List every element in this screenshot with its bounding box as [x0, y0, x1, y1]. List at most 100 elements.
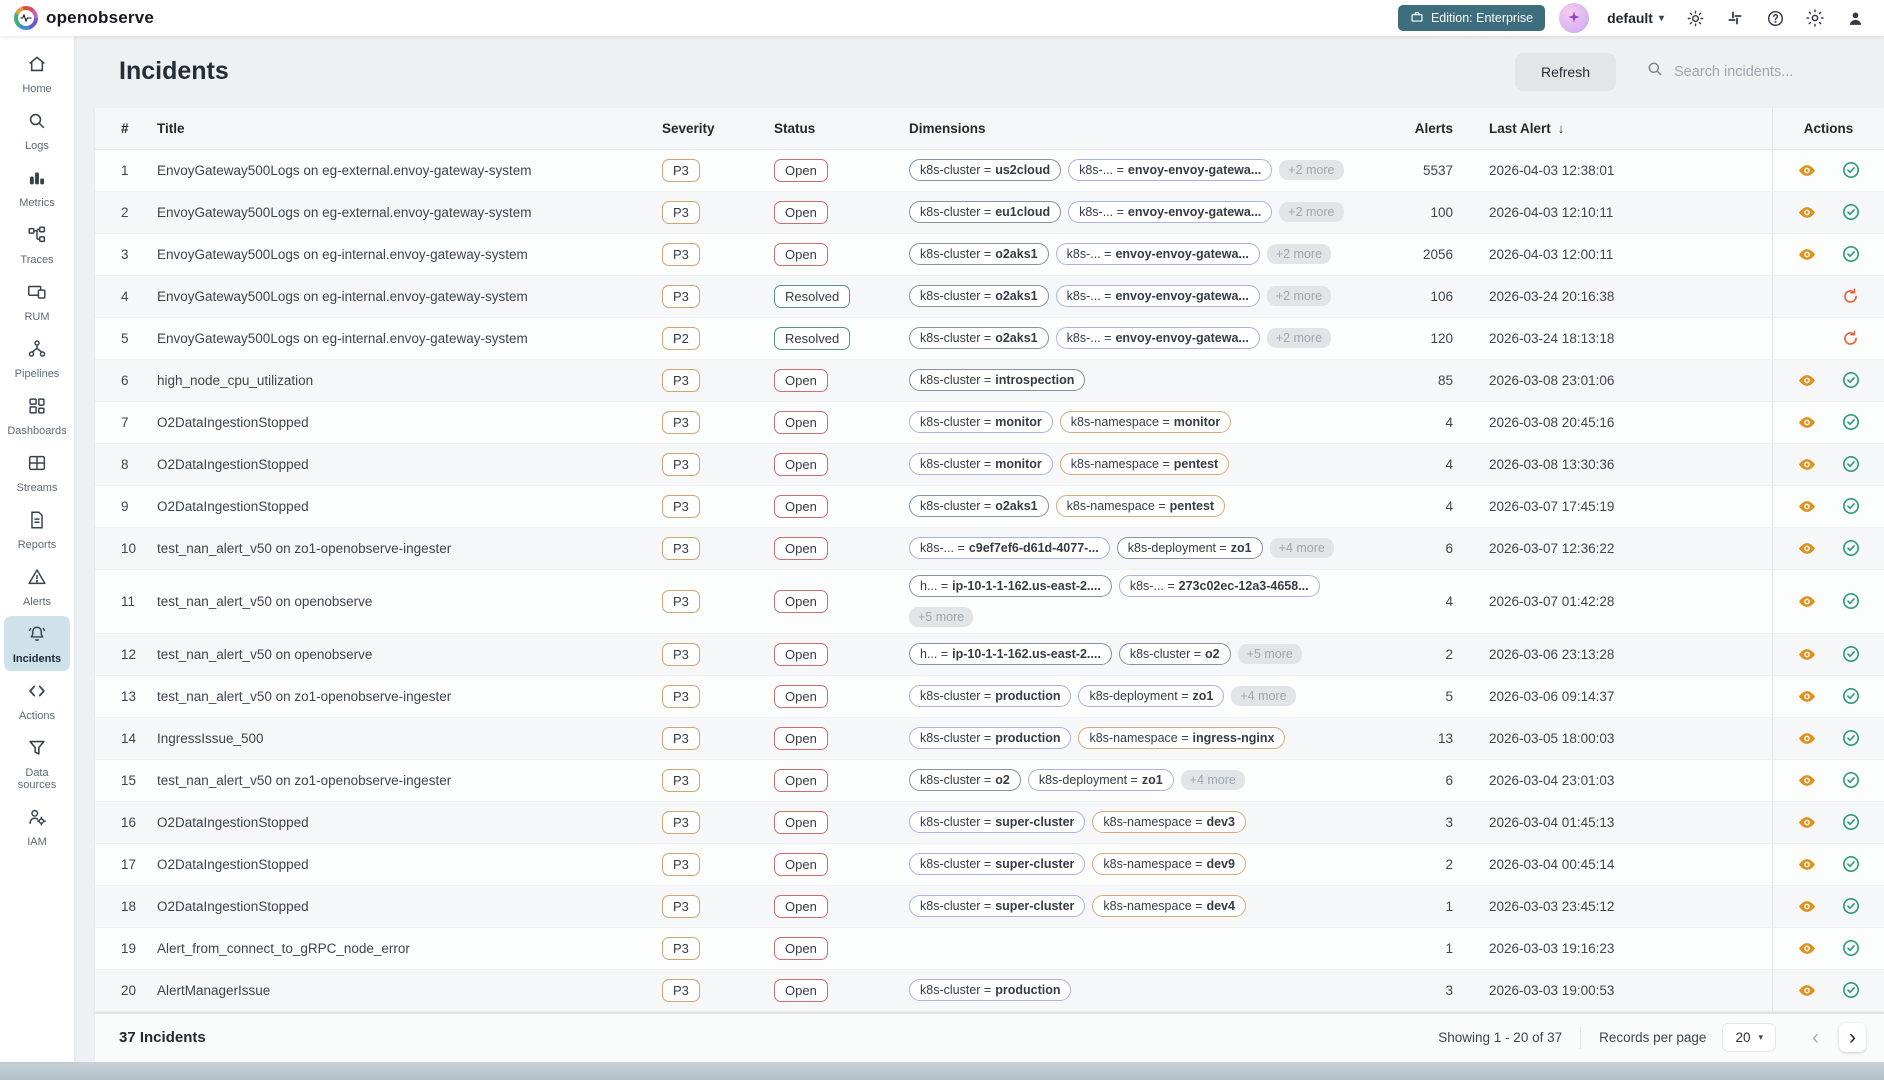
view-incident-icon[interactable] [1797, 412, 1817, 432]
more-dimensions-pill[interactable]: +4 more [1231, 686, 1295, 706]
help-icon[interactable] [1762, 5, 1788, 31]
sidebar-item-metrics[interactable]: Metrics [4, 160, 70, 215]
more-dimensions-pill[interactable]: +2 more [1279, 160, 1343, 180]
dimension-chip[interactable]: k8s-... =envoy-envoy-gatewa... [1056, 243, 1260, 265]
dimension-chip[interactable]: k8s-cluster =monitor [909, 411, 1053, 433]
sidebar-item-actions[interactable]: Actions [4, 673, 70, 728]
reopen-incident-icon[interactable] [1841, 328, 1861, 348]
dimension-chip[interactable]: k8s-deployment =zo1 [1078, 685, 1224, 707]
view-incident-icon[interactable] [1797, 728, 1817, 748]
resolve-incident-icon[interactable] [1841, 770, 1861, 790]
view-incident-icon[interactable] [1797, 496, 1817, 516]
dimension-chip[interactable]: k8s-cluster =o2 [909, 769, 1021, 791]
refresh-button[interactable]: Refresh [1515, 53, 1616, 91]
view-incident-icon[interactable] [1797, 160, 1817, 180]
table-row[interactable]: 7 O2DataIngestionStopped P3 Open k8s-clu… [95, 402, 1884, 444]
dimension-chip[interactable]: k8s-cluster =production [909, 727, 1071, 749]
more-dimensions-pill[interactable]: +5 more [909, 607, 973, 627]
sidebar-item-dashboards[interactable]: Dashboards [4, 388, 70, 443]
view-incident-icon[interactable] [1797, 538, 1817, 558]
more-dimensions-pill[interactable]: +2 more [1267, 328, 1331, 348]
dimension-chip[interactable]: k8s-cluster =super-cluster [909, 895, 1085, 917]
dimension-chip[interactable]: k8s-cluster =o2 [1119, 643, 1231, 665]
dimension-chip[interactable]: k8s-namespace =monitor [1060, 411, 1232, 433]
table-row[interactable]: 20 AlertManagerIssue P3 Open k8s-cluster… [95, 970, 1884, 1012]
dimension-chip[interactable]: k8s-namespace =dev4 [1092, 895, 1246, 917]
view-incident-icon[interactable] [1797, 980, 1817, 1000]
view-incident-icon[interactable] [1797, 854, 1817, 874]
dimension-chip[interactable]: h... =ip-10-1-1-162.us-east-2.... [909, 643, 1112, 665]
dimension-chip[interactable]: k8s-cluster =production [909, 979, 1071, 1001]
dimension-chip[interactable]: k8s-namespace =pentest [1060, 453, 1229, 475]
table-row[interactable]: 8 O2DataIngestionStopped P3 Open k8s-clu… [95, 444, 1884, 486]
view-incident-icon[interactable] [1797, 370, 1817, 390]
resolve-incident-icon[interactable] [1841, 538, 1861, 558]
resolve-incident-icon[interactable] [1841, 896, 1861, 916]
sidebar-item-incidents[interactable]: Incidents [4, 616, 70, 671]
resolve-incident-icon[interactable] [1841, 412, 1861, 432]
resolve-incident-icon[interactable] [1841, 591, 1861, 611]
page-size-select[interactable]: 20 ▾ [1722, 1023, 1776, 1052]
resolve-incident-icon[interactable] [1841, 854, 1861, 874]
search-incidents-input[interactable] [1674, 64, 1854, 80]
dimension-chip[interactable]: k8s-... =envoy-envoy-gatewa... [1068, 201, 1272, 223]
dimension-chip[interactable]: k8s-cluster =o2aks1 [909, 327, 1049, 349]
dimension-chip[interactable]: k8s-... =273c02ec-12a3-4658... [1119, 575, 1320, 597]
resolve-incident-icon[interactable] [1841, 644, 1861, 664]
resolve-incident-icon[interactable] [1841, 812, 1861, 832]
view-incident-icon[interactable] [1797, 591, 1817, 611]
more-dimensions-pill[interactable]: +2 more [1267, 286, 1331, 306]
column-header-last-alert[interactable]: Last Alert ↓ [1453, 121, 1678, 136]
organization-selector[interactable]: default ▾ [1603, 10, 1668, 26]
resolve-incident-icon[interactable] [1841, 160, 1861, 180]
dimension-chip[interactable]: h... =ip-10-1-1-162.us-east-2.... [909, 575, 1112, 597]
view-incident-icon[interactable] [1797, 644, 1817, 664]
view-incident-icon[interactable] [1797, 770, 1817, 790]
table-row[interactable]: 6 high_node_cpu_utilization P3 Open k8s-… [95, 360, 1884, 402]
resolve-incident-icon[interactable] [1841, 728, 1861, 748]
table-row[interactable]: 4 EnvoyGateway500Logs on eg-internal.env… [95, 276, 1884, 318]
settings-gear-icon[interactable] [1802, 5, 1828, 31]
dimension-chip[interactable]: k8s-namespace =dev9 [1092, 853, 1246, 875]
sidebar-item-traces[interactable]: Traces [4, 217, 70, 272]
dimension-chip[interactable]: k8s-... =envoy-envoy-gatewa... [1068, 159, 1272, 181]
resolve-incident-icon[interactable] [1841, 454, 1861, 474]
dimension-chip[interactable]: k8s-cluster =super-cluster [909, 811, 1085, 833]
table-row[interactable]: 2 EnvoyGateway500Logs on eg-external.env… [95, 192, 1884, 234]
sidebar-item-alerts[interactable]: Alerts [4, 559, 70, 614]
dimension-chip[interactable]: k8s-cluster =monitor [909, 453, 1053, 475]
table-row[interactable]: 18 O2DataIngestionStopped P3 Open k8s-cl… [95, 886, 1884, 928]
view-incident-icon[interactable] [1797, 202, 1817, 222]
brand[interactable]: openobserve [14, 6, 154, 30]
next-page-button[interactable]: › [1839, 1023, 1866, 1052]
table-row[interactable]: 5 EnvoyGateway500Logs on eg-internal.env… [95, 318, 1884, 360]
table-row[interactable]: 13 test_nan_alert_v50 on zo1-openobserve… [95, 676, 1884, 718]
sidebar-item-home[interactable]: Home [4, 46, 70, 101]
dimension-chip[interactable]: k8s-... =envoy-envoy-gatewa... [1056, 327, 1260, 349]
table-row[interactable]: 17 O2DataIngestionStopped P3 Open k8s-cl… [95, 844, 1884, 886]
table-row[interactable]: 14 IngressIssue_500 P3 Open k8s-cluster … [95, 718, 1884, 760]
table-row[interactable]: 15 test_nan_alert_v50 on zo1-openobserve… [95, 760, 1884, 802]
view-incident-icon[interactable] [1797, 938, 1817, 958]
slack-icon[interactable] [1722, 5, 1748, 31]
view-incident-icon[interactable] [1797, 454, 1817, 474]
resolve-incident-icon[interactable] [1841, 496, 1861, 516]
more-dimensions-pill[interactable]: +5 more [1238, 644, 1302, 664]
sidebar-item-logs[interactable]: Logs [4, 103, 70, 158]
table-row[interactable]: 9 O2DataIngestionStopped P3 Open k8s-clu… [95, 486, 1884, 528]
table-row[interactable]: 12 test_nan_alert_v50 on openobserve P3 … [95, 634, 1884, 676]
resolve-incident-icon[interactable] [1841, 370, 1861, 390]
ai-assistant-button[interactable] [1559, 3, 1589, 33]
resolve-incident-icon[interactable] [1841, 686, 1861, 706]
more-dimensions-pill[interactable]: +2 more [1279, 202, 1343, 222]
dimension-chip[interactable]: k8s-cluster =eu1cloud [909, 201, 1061, 223]
resolve-incident-icon[interactable] [1841, 202, 1861, 222]
table-row[interactable]: 3 EnvoyGateway500Logs on eg-internal.env… [95, 234, 1884, 276]
dimension-chip[interactable]: k8s-namespace =dev3 [1092, 811, 1246, 833]
dimension-chip[interactable]: k8s-cluster =introspection [909, 369, 1085, 391]
dimension-chip[interactable]: k8s-namespace =ingress-nginx [1078, 727, 1285, 749]
dimension-chip[interactable]: k8s-... =envoy-envoy-gatewa... [1056, 285, 1260, 307]
edition-enterprise-button[interactable]: Edition: Enterprise [1398, 5, 1545, 31]
resolve-incident-icon[interactable] [1841, 938, 1861, 958]
sort-descending-icon[interactable]: ↓ [1558, 121, 1565, 136]
